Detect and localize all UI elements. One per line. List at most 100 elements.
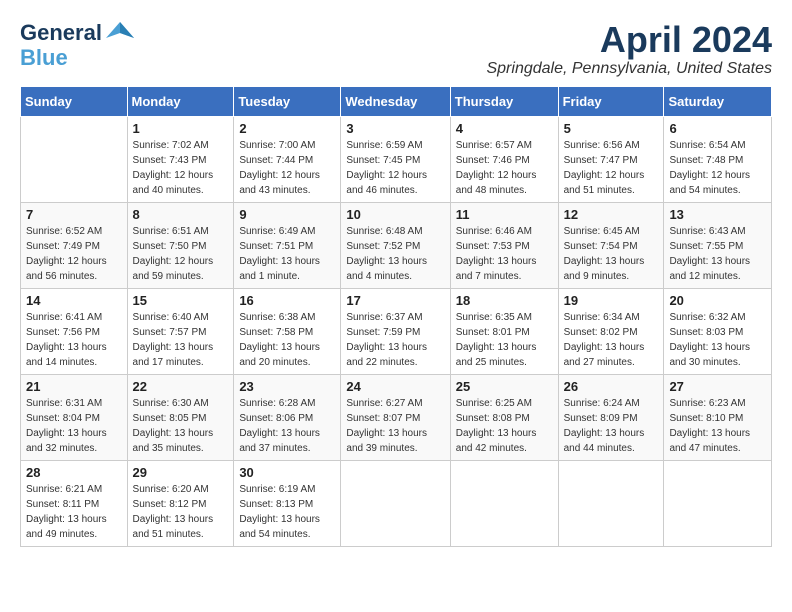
calendar-cell: 25 Sunrise: 6:25 AMSunset: 8:08 PMDaylig… [450,374,558,460]
day-info: Sunrise: 6:28 AMSunset: 8:06 PMDaylight:… [239,398,320,454]
day-info: Sunrise: 6:56 AMSunset: 7:47 PMDaylight:… [564,140,645,196]
day-number: 17 [346,293,444,308]
calendar-cell: 8 Sunrise: 6:51 AMSunset: 7:50 PMDayligh… [127,202,234,288]
day-number: 12 [564,207,659,222]
day-info: Sunrise: 6:30 AMSunset: 8:05 PMDaylight:… [133,398,214,454]
calendar-cell: 14 Sunrise: 6:41 AMSunset: 7:56 PMDaylig… [21,288,128,374]
day-info: Sunrise: 6:25 AMSunset: 8:08 PMDaylight:… [456,398,537,454]
title-block: April 2024 Springdale, Pennsylvania, Uni… [486,20,772,78]
day-info: Sunrise: 6:48 AMSunset: 7:52 PMDaylight:… [346,226,427,282]
calendar-cell: 27 Sunrise: 6:23 AMSunset: 8:10 PMDaylig… [664,374,772,460]
calendar-cell: 18 Sunrise: 6:35 AMSunset: 8:01 PMDaylig… [450,288,558,374]
calendar-cell: 2 Sunrise: 7:00 AMSunset: 7:44 PMDayligh… [234,116,341,202]
calendar-cell [341,460,450,546]
month-title: April 2024 [486,20,772,60]
calendar-cell: 17 Sunrise: 6:37 AMSunset: 7:59 PMDaylig… [341,288,450,374]
day-number: 23 [239,379,335,394]
day-number: 3 [346,121,444,136]
calendar-body: 1 Sunrise: 7:02 AMSunset: 7:43 PMDayligh… [21,116,772,546]
day-number: 5 [564,121,659,136]
day-info: Sunrise: 6:23 AMSunset: 8:10 PMDaylight:… [669,398,750,454]
calendar-cell: 10 Sunrise: 6:48 AMSunset: 7:52 PMDaylig… [341,202,450,288]
logo-bird-icon [106,20,134,47]
day-number: 1 [133,121,229,136]
day-info: Sunrise: 6:51 AMSunset: 7:50 PMDaylight:… [133,226,214,282]
day-info: Sunrise: 6:34 AMSunset: 8:02 PMDaylight:… [564,312,645,368]
calendar-week-row: 1 Sunrise: 7:02 AMSunset: 7:43 PMDayligh… [21,116,772,202]
day-number: 18 [456,293,553,308]
calendar-cell: 20 Sunrise: 6:32 AMSunset: 8:03 PMDaylig… [664,288,772,374]
calendar-cell: 12 Sunrise: 6:45 AMSunset: 7:54 PMDaylig… [558,202,664,288]
day-info: Sunrise: 6:49 AMSunset: 7:51 PMDaylight:… [239,226,320,282]
day-number: 29 [133,465,229,480]
day-number: 2 [239,121,335,136]
day-info: Sunrise: 6:35 AMSunset: 8:01 PMDaylight:… [456,312,537,368]
calendar-cell: 26 Sunrise: 6:24 AMSunset: 8:09 PMDaylig… [558,374,664,460]
calendar-cell: 22 Sunrise: 6:30 AMSunset: 8:05 PMDaylig… [127,374,234,460]
calendar-cell: 30 Sunrise: 6:19 AMSunset: 8:13 PMDaylig… [234,460,341,546]
day-info: Sunrise: 6:24 AMSunset: 8:09 PMDaylight:… [564,398,645,454]
day-info: Sunrise: 6:59 AMSunset: 7:45 PMDaylight:… [346,140,427,196]
col-saturday: Saturday [664,86,772,116]
calendar-cell: 9 Sunrise: 6:49 AMSunset: 7:51 PMDayligh… [234,202,341,288]
day-info: Sunrise: 6:37 AMSunset: 7:59 PMDaylight:… [346,312,427,368]
calendar-cell: 11 Sunrise: 6:46 AMSunset: 7:53 PMDaylig… [450,202,558,288]
day-number: 24 [346,379,444,394]
calendar-cell [664,460,772,546]
calendar-cell: 15 Sunrise: 6:40 AMSunset: 7:57 PMDaylig… [127,288,234,374]
location-title: Springdale, Pennsylvania, United States [486,60,772,78]
logo: General Blue [20,20,134,71]
day-number: 6 [669,121,766,136]
col-thursday: Thursday [450,86,558,116]
day-number: 11 [456,207,553,222]
calendar-cell [558,460,664,546]
day-info: Sunrise: 6:52 AMSunset: 7:49 PMDaylight:… [26,226,107,282]
day-info: Sunrise: 6:57 AMSunset: 7:46 PMDaylight:… [456,140,537,196]
calendar-cell: 6 Sunrise: 6:54 AMSunset: 7:48 PMDayligh… [664,116,772,202]
day-number: 13 [669,207,766,222]
calendar-cell: 21 Sunrise: 6:31 AMSunset: 8:04 PMDaylig… [21,374,128,460]
day-number: 8 [133,207,229,222]
col-sunday: Sunday [21,86,128,116]
day-number: 4 [456,121,553,136]
logo-blue-text: Blue [20,45,68,71]
day-info: Sunrise: 6:43 AMSunset: 7:55 PMDaylight:… [669,226,750,282]
day-number: 28 [26,465,122,480]
day-info: Sunrise: 7:00 AMSunset: 7:44 PMDaylight:… [239,140,320,196]
calendar-header: Sunday Monday Tuesday Wednesday Thursday… [21,86,772,116]
day-number: 26 [564,379,659,394]
calendar-cell: 13 Sunrise: 6:43 AMSunset: 7:55 PMDaylig… [664,202,772,288]
day-info: Sunrise: 7:02 AMSunset: 7:43 PMDaylight:… [133,140,214,196]
calendar-week-row: 28 Sunrise: 6:21 AMSunset: 8:11 PMDaylig… [21,460,772,546]
day-number: 27 [669,379,766,394]
day-info: Sunrise: 6:38 AMSunset: 7:58 PMDaylight:… [239,312,320,368]
calendar-table: Sunday Monday Tuesday Wednesday Thursday… [20,86,772,547]
header: General Blue April 2024 Springdale, Penn… [20,20,772,78]
day-info: Sunrise: 6:45 AMSunset: 7:54 PMDaylight:… [564,226,645,282]
calendar-cell: 24 Sunrise: 6:27 AMSunset: 8:07 PMDaylig… [341,374,450,460]
col-wednesday: Wednesday [341,86,450,116]
col-friday: Friday [558,86,664,116]
day-number: 9 [239,207,335,222]
day-info: Sunrise: 6:31 AMSunset: 8:04 PMDaylight:… [26,398,107,454]
day-info: Sunrise: 6:20 AMSunset: 8:12 PMDaylight:… [133,484,214,540]
page: General Blue April 2024 Springdale, Penn… [0,0,792,567]
calendar-cell [450,460,558,546]
calendar-week-row: 7 Sunrise: 6:52 AMSunset: 7:49 PMDayligh… [21,202,772,288]
col-tuesday: Tuesday [234,86,341,116]
day-number: 16 [239,293,335,308]
day-info: Sunrise: 6:32 AMSunset: 8:03 PMDaylight:… [669,312,750,368]
day-info: Sunrise: 6:27 AMSunset: 8:07 PMDaylight:… [346,398,427,454]
calendar-cell: 7 Sunrise: 6:52 AMSunset: 7:49 PMDayligh… [21,202,128,288]
calendar-week-row: 21 Sunrise: 6:31 AMSunset: 8:04 PMDaylig… [21,374,772,460]
col-monday: Monday [127,86,234,116]
calendar-cell: 5 Sunrise: 6:56 AMSunset: 7:47 PMDayligh… [558,116,664,202]
day-info: Sunrise: 6:19 AMSunset: 8:13 PMDaylight:… [239,484,320,540]
day-info: Sunrise: 6:21 AMSunset: 8:11 PMDaylight:… [26,484,107,540]
day-info: Sunrise: 6:54 AMSunset: 7:48 PMDaylight:… [669,140,750,196]
day-number: 10 [346,207,444,222]
logo-text: General [20,21,102,45]
day-number: 19 [564,293,659,308]
calendar-cell: 3 Sunrise: 6:59 AMSunset: 7:45 PMDayligh… [341,116,450,202]
calendar-cell: 16 Sunrise: 6:38 AMSunset: 7:58 PMDaylig… [234,288,341,374]
